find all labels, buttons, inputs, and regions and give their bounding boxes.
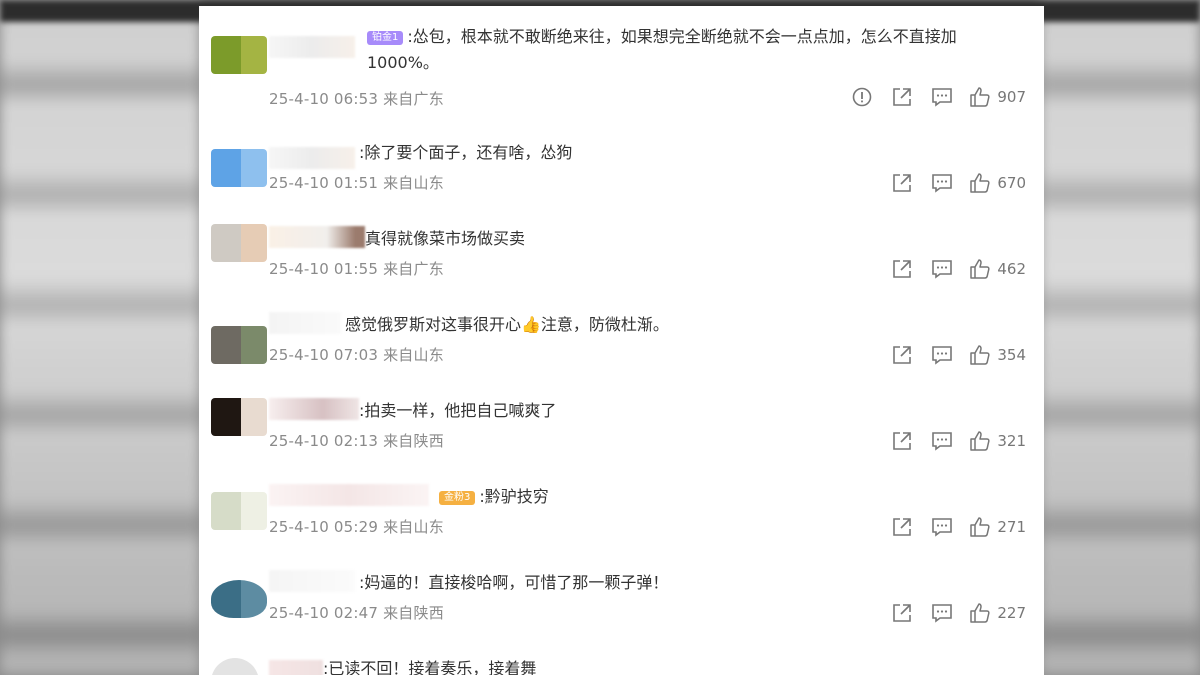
comment-item: :已读不回！接着奏乐，接着舞 xyxy=(199,608,1044,675)
comment-text: 感觉俄罗斯对这事很开心👍注意，防微杜渐。 xyxy=(345,315,669,334)
username-blurred[interactable] xyxy=(269,484,429,506)
fan-badge: 金粉3 xyxy=(439,491,476,505)
comment-text: :已读不回！接着奏乐，接着舞 xyxy=(323,659,537,675)
comment-body: 铂金1:怂包，根本就不敢断绝来往，如果想完全断绝就不会一点点加，怎么不直接加10… xyxy=(367,24,1027,76)
username-blurred[interactable] xyxy=(269,398,359,420)
comment-text: :妈逼的！直接梭哈啊，可惜了那一颗子弹！ xyxy=(359,573,669,592)
blurred-background-left xyxy=(0,0,200,675)
avatar[interactable] xyxy=(211,398,267,436)
avatar[interactable] xyxy=(211,658,259,675)
comment-text: 真得就像菜市场做买卖 xyxy=(365,229,526,248)
comment-text: :拍卖一样，他把自己喊爽了 xyxy=(359,401,557,420)
avatar[interactable] xyxy=(211,36,267,74)
username-blurred[interactable] xyxy=(269,147,355,169)
comment-item: 感觉俄罗斯对这事很开心👍注意，防微杜渐。 25-4-10 07:03 来自山东 … xyxy=(199,264,1044,365)
comment-text: :黔驴技穷 xyxy=(479,487,549,506)
blurred-background-right xyxy=(1040,0,1200,675)
username-blurred[interactable] xyxy=(269,226,365,248)
username-blurred[interactable] xyxy=(269,312,341,334)
avatar[interactable] xyxy=(211,224,267,262)
username-blurred[interactable] xyxy=(269,570,355,592)
comment-item: :除了要个面子，还有啥，怂狗 25-4-10 01:51 来自山东 670 xyxy=(199,92,1044,193)
username-blurred[interactable] xyxy=(269,36,355,58)
comment-body: 金粉3:黔驴技穷 xyxy=(439,484,1044,510)
comment-text: :怂包，根本就不敢断绝来往，如果想完全断绝就不会一点点加，怎么不直接加1000%… xyxy=(367,27,957,72)
comment-item: :妈逼的！直接梭哈啊，可惜了那一颗子弹！ 25-4-10 02:47 来自陕西 … xyxy=(199,522,1044,623)
fan-badge: 铂金1 xyxy=(367,31,404,45)
comment-text: :除了要个面子，还有啥，怂狗 xyxy=(359,143,573,162)
comment-item: 真得就像菜市场做买卖 25-4-10 01:55 来自广东 462 xyxy=(199,178,1044,279)
comment-item: 铂金1:怂包，根本就不敢断绝来往，如果想完全断绝就不会一点点加，怎么不直接加10… xyxy=(199,6,1044,108)
username-blurred[interactable] xyxy=(269,660,323,675)
comment-list: 铂金1:怂包，根本就不敢断绝来往，如果想完全断绝就不会一点点加，怎么不直接加10… xyxy=(199,6,1044,675)
comment-item: :拍卖一样，他把自己喊爽了 25-4-10 02:13 来自陕西 321 xyxy=(199,350,1044,451)
comment-item: 金粉3:黔驴技穷 25-4-10 05:29 来自山东 271 xyxy=(199,436,1044,537)
